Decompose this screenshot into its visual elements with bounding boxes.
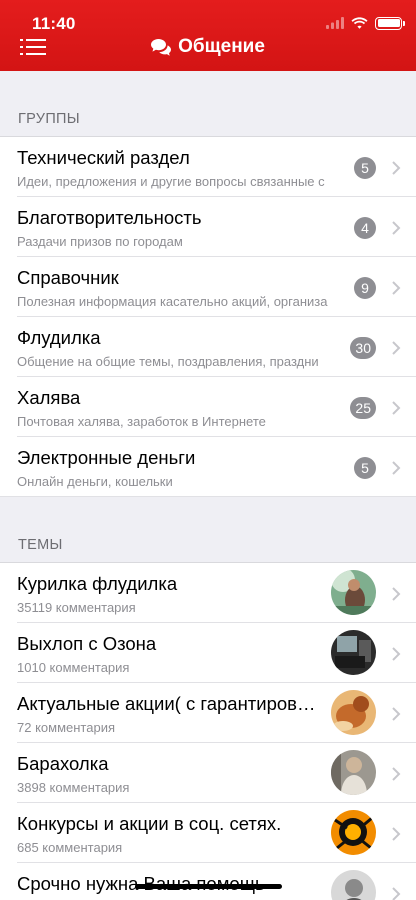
chevron-right-icon [392, 161, 401, 175]
topic-subtitle: 72 комментария [17, 720, 115, 735]
topic-subtitle: 35119 комментария [17, 600, 136, 615]
count-badge: 25 [350, 397, 376, 419]
avatar [331, 870, 376, 900]
section-header-topics: ТЕМЫ [0, 497, 416, 563]
chevron-right-icon [392, 827, 401, 841]
topics-list: Курилка флудилка 35119 комментария Выхло… [0, 563, 416, 900]
list-item[interactable]: Справочник Полезная информация касательн… [0, 257, 416, 317]
topic-subtitle: 3898 комментария [17, 780, 130, 795]
section-title-topics: ТЕМЫ [18, 537, 63, 553]
chevron-right-icon [392, 281, 401, 295]
group-subtitle: Раздачи призов по городам [17, 234, 183, 249]
group-subtitle: Онлайн деньги, кошельки [17, 474, 173, 489]
chevron-right-icon [392, 461, 401, 475]
chevron-right-icon [392, 587, 401, 601]
chevron-right-icon [392, 341, 401, 355]
list-item[interactable]: Электронные деньги Онлайн деньги, кошель… [0, 437, 416, 497]
wifi-icon [351, 17, 368, 29]
list-item[interactable]: Срочно нужна Ваша помощь 19106 [0, 863, 416, 900]
topic-title: Курилка флудилка [17, 573, 178, 594]
avatar [331, 570, 376, 615]
list-item[interactable]: Актуальные акции( с гарантиров… 72 комме… [0, 683, 416, 743]
count-badge: 30 [350, 337, 376, 359]
battery-icon [375, 16, 405, 30]
group-subtitle: Почтовая халява, заработок в Интернете [17, 414, 266, 429]
list-item[interactable]: Конкурсы и акции в соц. сетях. 685 комме… [0, 803, 416, 863]
avatar [331, 810, 376, 855]
list-item[interactable]: Флудилка Общение на общие темы, поздравл… [0, 317, 416, 377]
count-badge: 5 [354, 157, 376, 179]
group-title: Благотворительность [17, 207, 202, 228]
section-title-groups: ГРУППЫ [18, 111, 80, 127]
chevron-right-icon [392, 401, 401, 415]
chevron-right-icon [392, 887, 401, 900]
count-badge: 4 [354, 217, 376, 239]
topic-subtitle: 685 комментария [17, 840, 123, 855]
group-title: Справочник [17, 267, 119, 288]
signal-icon [326, 17, 344, 29]
avatar [331, 750, 376, 795]
topic-subtitle: 1010 комментария [17, 660, 130, 675]
list-item[interactable]: Выхлоп с Озона 1010 комментария [0, 623, 416, 683]
main-scroll[interactable]: ГРУППЫ Технический раздел Идеи, предложе… [0, 71, 416, 900]
status-icons [326, 16, 405, 30]
app-header: 11:40 Общение [0, 0, 416, 71]
status-time: 11:40 [32, 14, 76, 33]
group-subtitle: Общение на общие темы, поздравления, пра… [17, 354, 319, 369]
topic-title: Выхлоп с Озона [17, 633, 157, 654]
group-subtitle: Идеи, предложения и другие вопросы связа… [17, 174, 325, 189]
list-item[interactable]: Технический раздел Идеи, предложения и д… [0, 137, 416, 197]
chat-icon [151, 38, 172, 56]
avatar [331, 690, 376, 735]
list-item[interactable]: Курилка флудилка 35119 комментария [0, 563, 416, 623]
topic-title: Конкурсы и акции в соц. сетях. [17, 813, 282, 834]
topic-title: Актуальные акции( с гарантиров… [17, 693, 316, 714]
group-title: Технический раздел [17, 147, 190, 168]
chevron-right-icon [392, 707, 401, 721]
groups-list: Технический раздел Идеи, предложения и д… [0, 137, 416, 497]
list-item[interactable]: Барахолка 3898 комментария [0, 743, 416, 803]
page-title: Общение [178, 36, 265, 57]
section-header-groups: ГРУППЫ [0, 71, 416, 137]
count-badge: 9 [354, 277, 376, 299]
group-title: Халява [17, 387, 81, 408]
chevron-right-icon [392, 221, 401, 235]
group-title: Флудилка [17, 327, 101, 348]
count-badge: 5 [354, 457, 376, 479]
group-subtitle: Полезная информация касательно акций, ор… [17, 294, 328, 309]
avatar [331, 630, 376, 675]
chevron-right-icon [392, 767, 401, 781]
group-title: Электронные деньги [17, 447, 196, 468]
topic-title: Барахолка [17, 753, 109, 774]
home-indicator [135, 884, 282, 889]
list-item[interactable]: Халява Почтовая халява, заработок в Инте… [0, 377, 416, 437]
header-title-wrap: Общение [0, 36, 416, 58]
chevron-right-icon [392, 647, 401, 661]
list-item[interactable]: Благотворительность Раздачи призов по го… [0, 197, 416, 257]
